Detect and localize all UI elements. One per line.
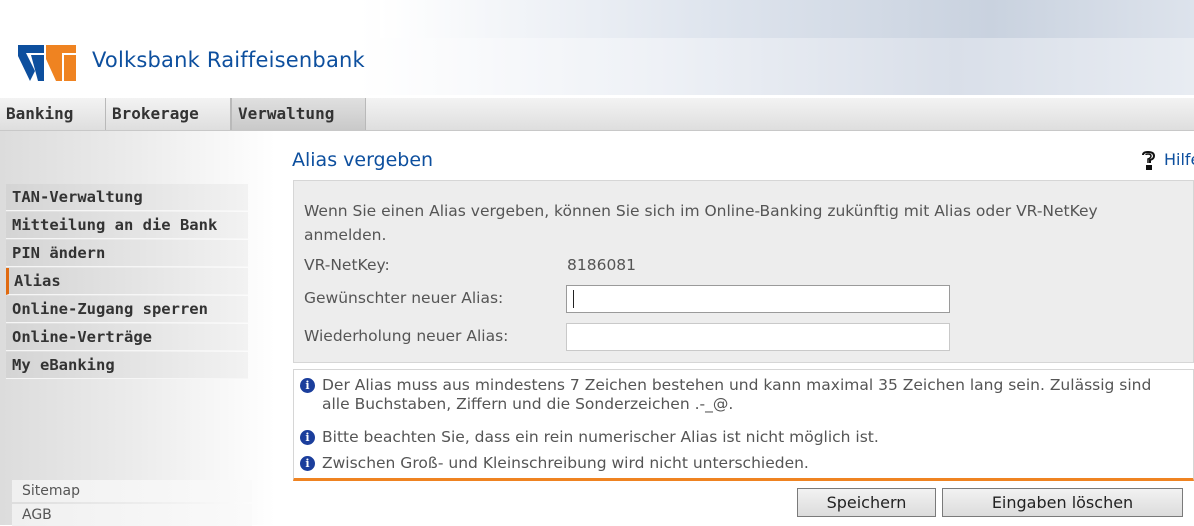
help-icon <box>1140 150 1158 171</box>
page-title: Alias vergeben <box>292 149 434 171</box>
info-icon: i <box>300 378 315 393</box>
repeat-alias-label: Wiederholung neuer Alias: <box>304 327 509 345</box>
netkey-label: VR-NetKey: <box>304 256 390 274</box>
brand-name: Volksbank Raiffeisenbank <box>92 48 365 72</box>
clear-button[interactable]: Eingaben löschen <box>942 488 1183 517</box>
tab-verwaltung[interactable]: Verwaltung <box>231 98 366 130</box>
tab-banking[interactable]: Banking <box>0 98 106 130</box>
new-alias-input[interactable] <box>566 285 950 313</box>
sidebar-item-tan-verwaltung[interactable]: TAN-Verwaltung <box>6 184 248 211</box>
volksbank-logo[interactable] <box>18 45 76 81</box>
sidebar-item-pin-aendern[interactable]: PIN ändern <box>6 240 248 267</box>
repeat-alias-input[interactable] <box>566 323 950 351</box>
header-banner <box>380 0 1194 38</box>
info-icon: i <box>300 430 315 445</box>
tab-brokerage[interactable]: Brokerage <box>106 98 231 130</box>
netkey-value: 8186081 <box>567 256 637 274</box>
info-text: Zwischen Groß- und Kleinschreibung wird … <box>322 454 809 472</box>
help-label: Hilfe <box>1164 150 1194 169</box>
save-button[interactable]: Speichern <box>797 488 936 517</box>
new-alias-label: Gewünschter neuer Alias: <box>304 289 504 307</box>
sidebar-item-zugang-sperren[interactable]: Online-Zugang sperren <box>6 296 248 323</box>
text-caret <box>573 290 574 308</box>
sidebar-item-my-ebanking[interactable]: My eBanking <box>6 352 248 379</box>
intro-text: Wenn Sie einen Alias vergeben, können Si… <box>304 202 1098 244</box>
sidebar-item-mitteilung[interactable]: Mitteilung an die Bank <box>6 212 248 239</box>
sidebar-item-alias[interactable]: Alias <box>6 268 248 295</box>
sidebar-link-sitemap[interactable]: Sitemap <box>12 480 252 502</box>
info-text: Bitte beachten Sie, dass ein rein numeri… <box>322 428 879 446</box>
sidebar-item-vertraege[interactable]: Online-Verträge <box>6 324 248 351</box>
info-icon: i <box>300 456 315 471</box>
info-text: Der Alias muss aus mindestens 7 Zeichen … <box>322 376 1152 413</box>
sidebar-link-agb[interactable]: AGB <box>12 504 252 526</box>
